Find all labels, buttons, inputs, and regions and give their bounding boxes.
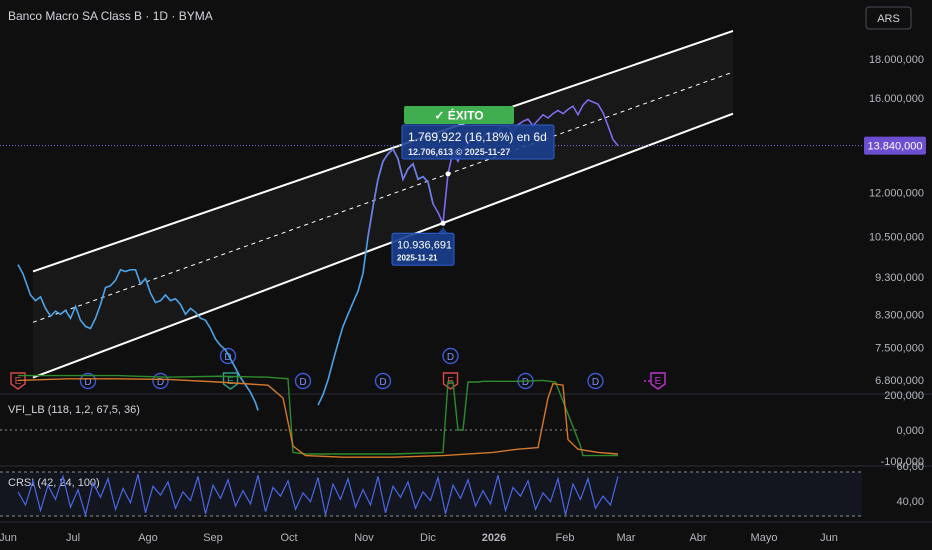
x-tick-label: Jul [66, 532, 80, 544]
vfi-tick-label: 0,000 [896, 425, 924, 437]
y-tick-label: 9.300,000 [875, 272, 924, 284]
y-tick-label: 16.000,000 [869, 93, 924, 105]
gain-sub-text: 12.706,613 © 2025-11-27 [408, 147, 510, 157]
vfi-title: VFI_LB (118, 1,2, 67,5, 36) [8, 404, 140, 416]
low-date: 2025-11-21 [397, 253, 438, 262]
y-tick-label: 18.000,000 [869, 54, 924, 66]
x-tick-label: Nov [354, 532, 374, 544]
y-tick-label: 6.800,000 [875, 375, 924, 387]
x-tick-label: Dic [420, 532, 436, 544]
success-badge: ✓ ÉXITO [404, 106, 514, 124]
x-tick-label: Mar [617, 532, 636, 544]
entry-point-dot [445, 171, 451, 177]
x-tick-label: Feb [556, 532, 575, 544]
event-label: E [655, 376, 662, 387]
x-tick-label: Mayo [751, 532, 778, 544]
x-tick-label: Jun [0, 532, 17, 544]
x-tick-label: 2026 [482, 532, 506, 544]
gain-text: 1.769,922 (16,18%) en 6d [408, 130, 547, 144]
y-tick-label: 10.500,000 [869, 232, 924, 244]
low-value: 10.936,691 [397, 239, 452, 251]
crsi-tick-label: 40,00 [896, 496, 924, 508]
current-price-value: 13.840,000 [867, 141, 922, 153]
current-price-tag: 13.840,000 [864, 136, 926, 155]
y-tick-label: 12.000,000 [869, 188, 924, 200]
event-marker-dividend[interactable]: D [294, 372, 312, 390]
event-label: D [447, 352, 454, 363]
x-tick-label: Abr [689, 532, 706, 544]
low-point-dot [440, 220, 446, 226]
event-label: E [15, 376, 22, 387]
crsi-tick-label: 60,00 [896, 461, 924, 473]
chart-area[interactable]: E D DDE D DDE D D E VFI_LB (118, 1,2, 67,5, 36)… [0, 0, 932, 550]
event-marker-dividend[interactable]: D [152, 372, 169, 390]
event-marker-dividend[interactable]: D [442, 347, 459, 365]
x-tick-label: Oct [280, 532, 297, 544]
success-label: ✓ ÉXITO [434, 108, 483, 123]
gain-info-box: 1.769,922 (16,18%) en 6d 12.706,613 © 202… [401, 124, 555, 160]
chart-title: Banco Macro SA Class B · 1D · BYMA [8, 9, 213, 23]
x-tick-label: Sep [203, 532, 223, 544]
event-marker-dividend[interactable]: D [587, 372, 604, 390]
x-tick-label: Jun [820, 532, 838, 544]
currency-button[interactable]: ARS [865, 6, 912, 30]
event-marker-dividend[interactable]: D [374, 372, 392, 390]
crsi-band [0, 472, 862, 516]
event-label: D [522, 377, 529, 388]
event-label: D [592, 377, 599, 388]
crsi-title: CRSI (42, 24, 100) [8, 477, 100, 489]
y-tick-label: 7.500,000 [875, 343, 924, 355]
y-tick-label: 8.300,000 [875, 309, 924, 321]
currency-label: ARS [877, 13, 900, 25]
event-label: E [227, 376, 234, 387]
event-label: D [299, 377, 306, 388]
vfi-tick-label: 200,000 [884, 390, 924, 402]
event-label: D [379, 377, 386, 388]
low-info-box: 10.936,691 2025-11-21 [391, 232, 455, 266]
x-tick-label: Ago [138, 532, 158, 544]
